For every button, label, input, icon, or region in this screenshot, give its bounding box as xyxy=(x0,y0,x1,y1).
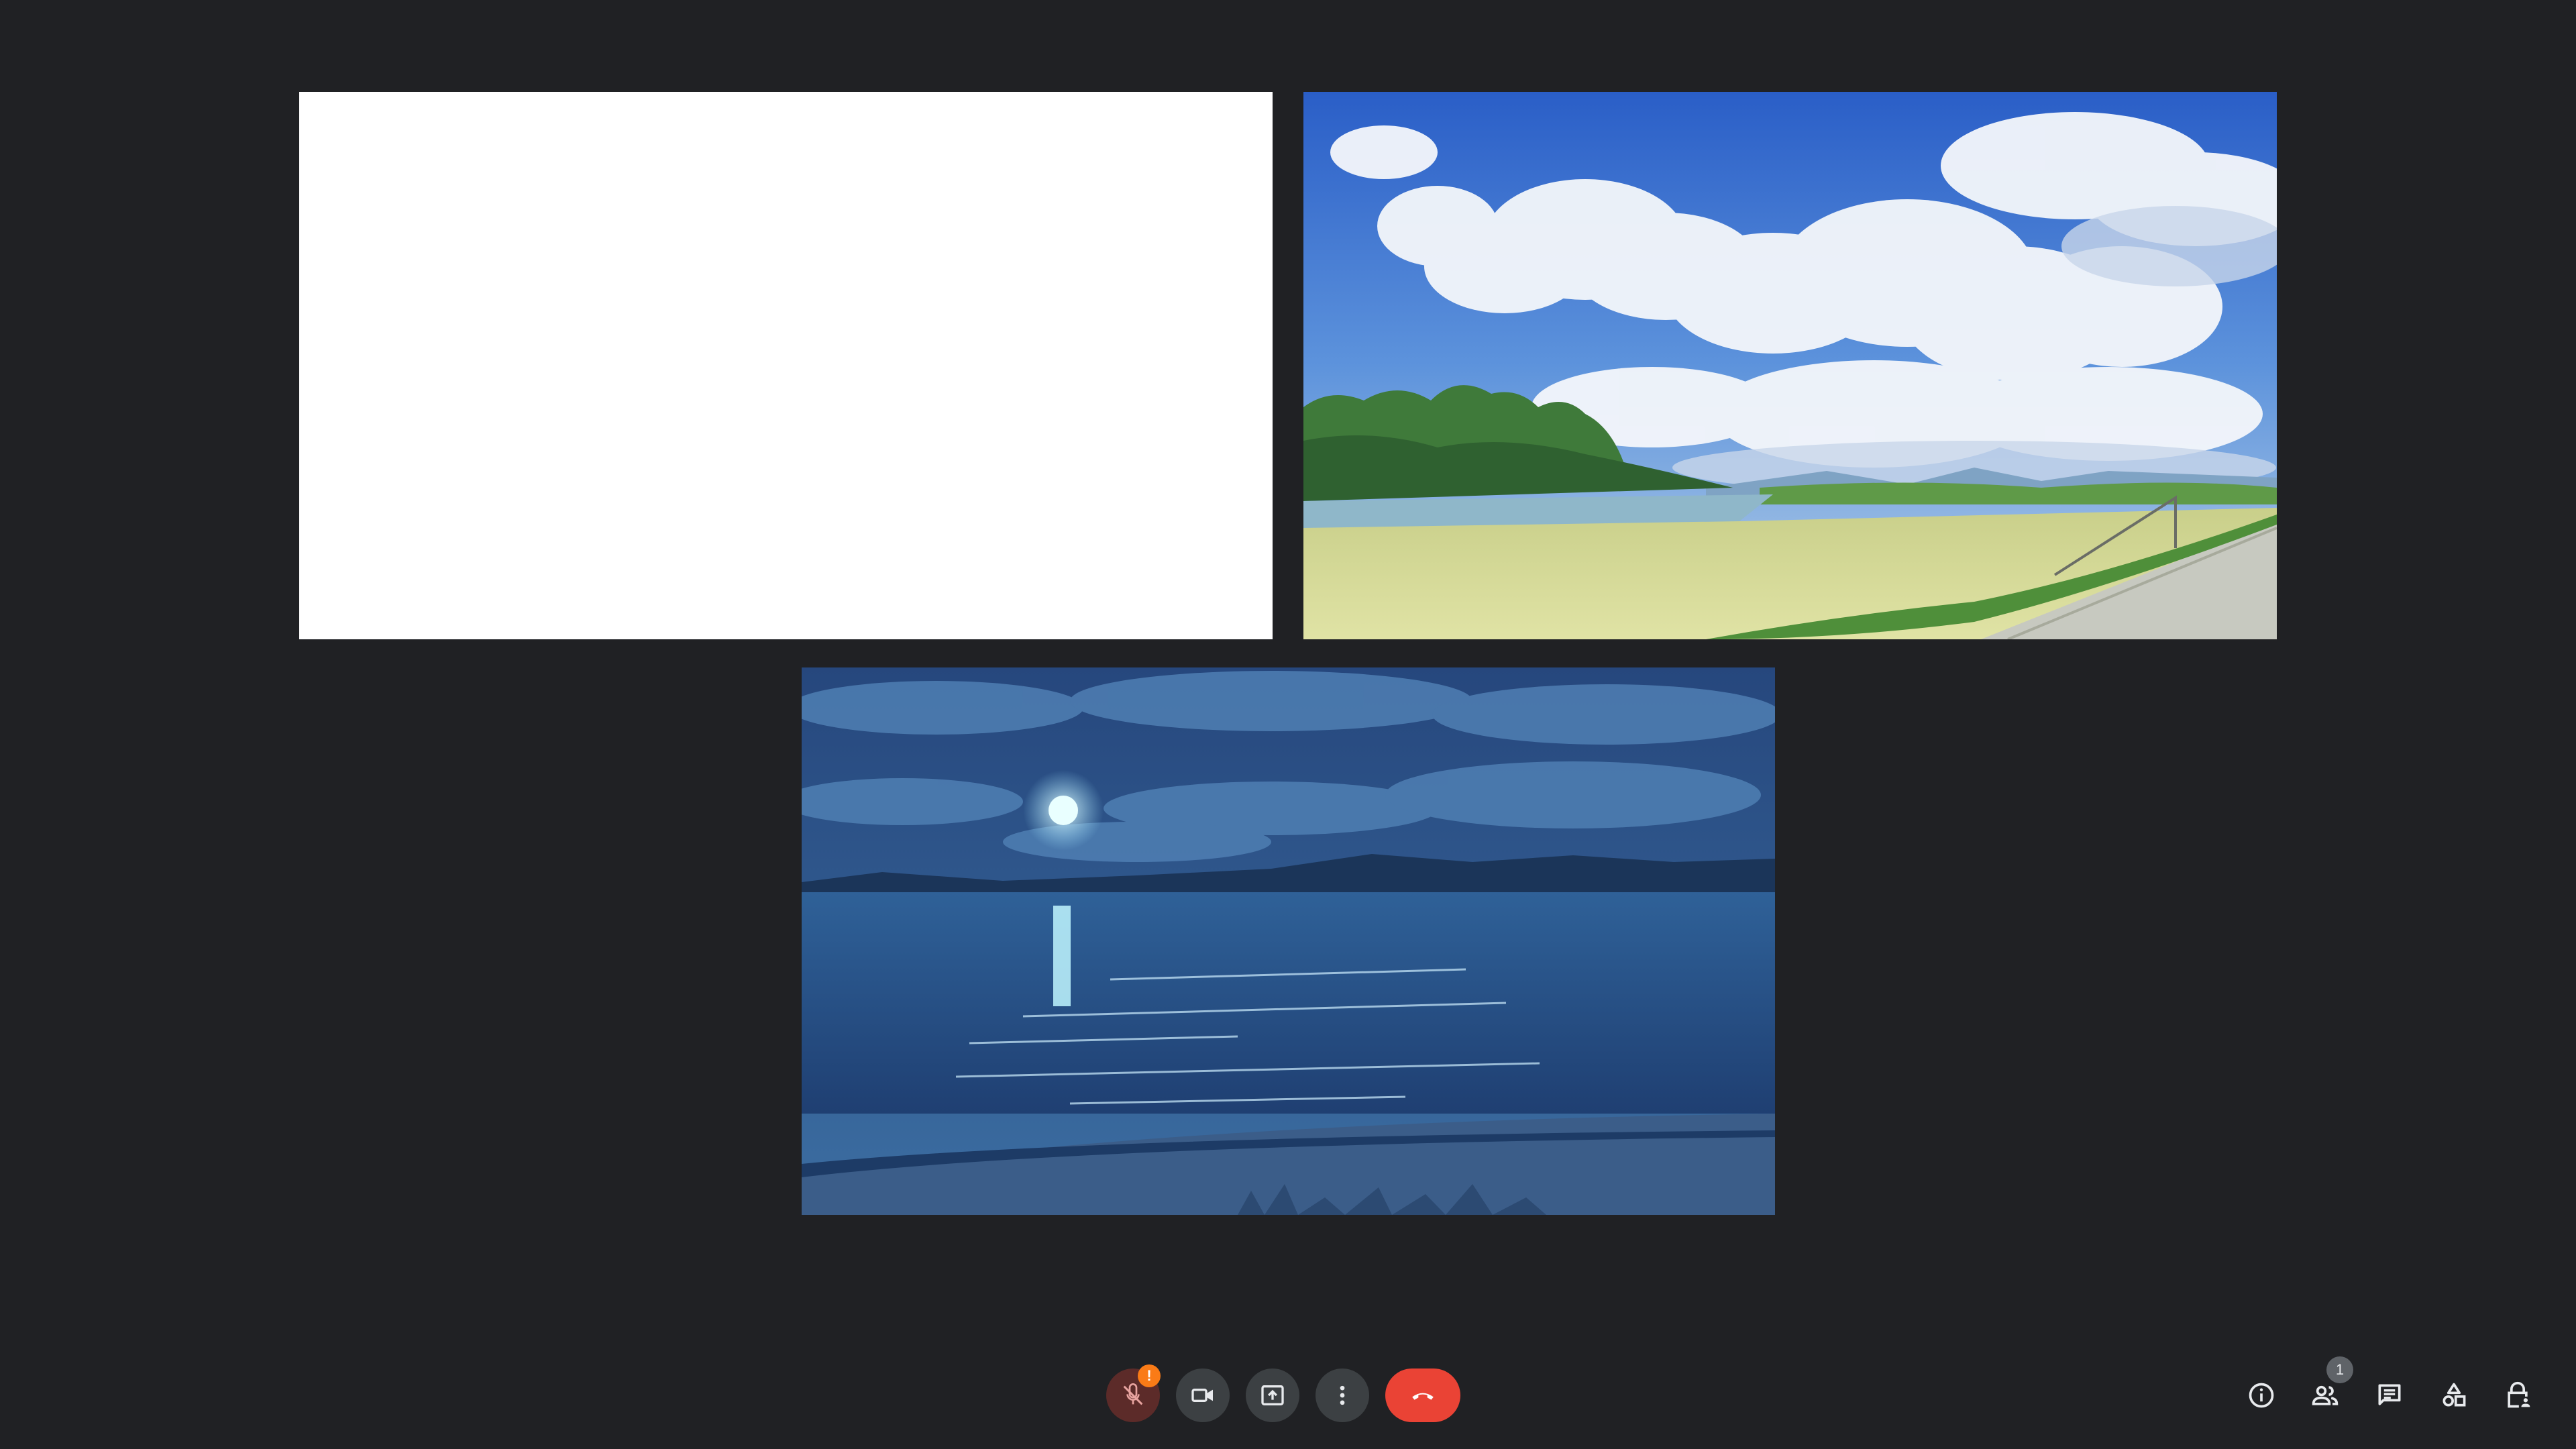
participant-tile-2[interactable] xyxy=(1303,92,2277,639)
activities-icon xyxy=(2443,1383,2466,1407)
participant-tile-3[interactable] xyxy=(802,667,1775,1215)
more-options-button[interactable] xyxy=(1316,1368,1369,1422)
mic-warning-badge: ! xyxy=(1138,1364,1161,1387)
chat-button[interactable] xyxy=(2363,1368,2416,1422)
leave-call-button[interactable] xyxy=(1385,1368,1460,1422)
meeting-stage: ! 1 xyxy=(0,0,2576,1449)
video-feed-daytime xyxy=(1303,92,2277,639)
participant-count-badge: 1 xyxy=(2326,1356,2353,1383)
host-controls-button[interactable] xyxy=(2491,1368,2544,1422)
chat-icon xyxy=(2378,1384,2401,1405)
call-end-icon xyxy=(1412,1393,1434,1400)
present-to-all-icon xyxy=(1261,1385,1284,1405)
lock-person-icon xyxy=(2508,1381,2530,1408)
info-icon xyxy=(2249,1383,2274,1408)
meeting-details-button[interactable] xyxy=(2235,1368,2288,1422)
video-feed-night xyxy=(802,667,1775,1215)
present-now-button[interactable] xyxy=(1246,1368,1299,1422)
mic-off-icon xyxy=(1123,1383,1143,1405)
videocam-icon xyxy=(1191,1389,1213,1402)
more-vert-icon xyxy=(1340,1385,1345,1405)
camera-toggle-button[interactable] xyxy=(1176,1368,1230,1422)
activities-button[interactable] xyxy=(2427,1368,2481,1422)
people-icon xyxy=(2312,1385,2339,1405)
participant-tile-1[interactable] xyxy=(299,92,1273,639)
